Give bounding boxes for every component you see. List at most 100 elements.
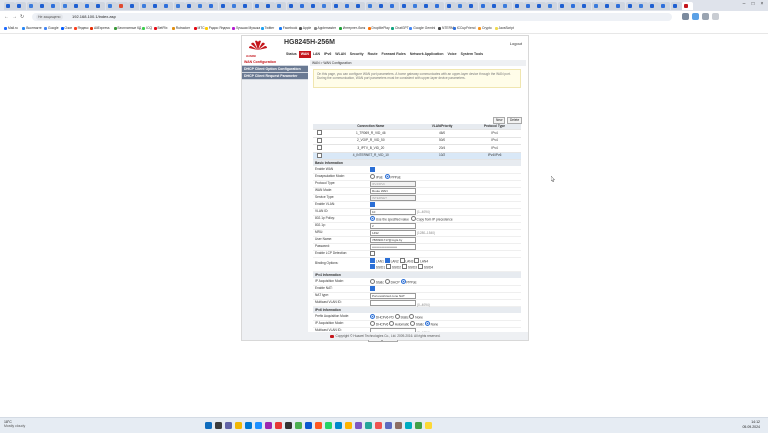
bookmark-item[interactable]: ICCupFriend bbox=[452, 26, 475, 30]
browser-tab[interactable] bbox=[139, 2, 151, 10]
browser-tab[interactable] bbox=[682, 2, 693, 10]
taskbar-app-icon[interactable] bbox=[295, 422, 302, 429]
browser-tab[interactable] bbox=[433, 2, 445, 10]
browser-tab[interactable] bbox=[196, 2, 208, 10]
browser-tab[interactable] bbox=[489, 2, 501, 10]
taskbar-app-icon[interactable] bbox=[225, 422, 232, 429]
bookmark-item[interactable]: DropMePlay bbox=[367, 26, 390, 30]
bookmark-item[interactable]: Google bbox=[44, 26, 59, 30]
browser-tab[interactable] bbox=[602, 2, 614, 10]
browser-tab[interactable] bbox=[49, 2, 61, 10]
nav-ipv6[interactable]: IPv6 bbox=[322, 51, 333, 58]
taskbar-app-icon[interactable] bbox=[325, 422, 332, 429]
address-bar[interactable]: Не защищено 192.168.100.1/index.asp bbox=[32, 13, 672, 21]
nav-lan[interactable]: LAN bbox=[311, 51, 322, 58]
taskbar-app-icon[interactable] bbox=[405, 422, 412, 429]
nav-security[interactable]: Security bbox=[348, 51, 366, 58]
browser-tab[interactable] bbox=[376, 2, 388, 10]
browser-tab[interactable] bbox=[184, 2, 196, 10]
nav-wlan[interactable]: WLAN bbox=[333, 51, 348, 58]
forward-icon[interactable]: → bbox=[12, 14, 17, 20]
browser-tab[interactable] bbox=[365, 2, 377, 10]
bookmark-item[interactable]: Apple bbox=[298, 26, 311, 30]
browser-tab[interactable] bbox=[94, 2, 106, 10]
bookmark-item[interactable]: Лучшая Музыка bbox=[231, 26, 260, 30]
taskbar-app-icon[interactable] bbox=[395, 422, 402, 429]
browser-tab[interactable] bbox=[162, 2, 174, 10]
browser-tab[interactable] bbox=[37, 2, 49, 10]
row-checkbox[interactable] bbox=[316, 145, 322, 150]
reload-icon[interactable]: ↻ bbox=[20, 14, 24, 20]
browser-tab[interactable] bbox=[501, 2, 513, 10]
browser-tab[interactable] bbox=[105, 2, 117, 10]
browser-tab[interactable] bbox=[117, 2, 128, 10]
mcast-vlan-input[interactable] bbox=[370, 300, 416, 306]
table-row[interactable]: 3_IPTV_B_VID_20 20/4 IPv4 bbox=[313, 144, 521, 153]
delete-button[interactable]: Delete bbox=[507, 117, 523, 124]
lcp-checkbox[interactable] bbox=[370, 251, 375, 256]
ipoe-radio[interactable] bbox=[370, 174, 375, 179]
browser-tab[interactable] bbox=[580, 2, 592, 10]
taskbar-app-icon[interactable] bbox=[355, 422, 362, 429]
browser-tab[interactable] bbox=[128, 2, 140, 10]
row-checkbox[interactable] bbox=[316, 130, 322, 135]
table-row[interactable]: 1_TR069_R_VID_46 46/0 IPv4 bbox=[313, 129, 521, 138]
browser-tab[interactable] bbox=[512, 2, 524, 10]
browser-tab[interactable] bbox=[150, 2, 162, 10]
taskbar-app-icon[interactable] bbox=[235, 422, 242, 429]
bookmark-item[interactable]: Twitter bbox=[260, 26, 274, 30]
taskbar-app-icon[interactable] bbox=[375, 422, 382, 429]
bookmark-item[interactable]: Rutracker bbox=[171, 26, 190, 30]
row-checkbox[interactable] bbox=[316, 137, 322, 143]
taskbar-app-icon[interactable] bbox=[275, 422, 282, 429]
new-button[interactable]: New bbox=[493, 117, 506, 124]
nav-forward-rules[interactable]: Forward Rules bbox=[380, 51, 408, 58]
profile-icon[interactable] bbox=[692, 13, 699, 20]
taskbar-app-icon[interactable] bbox=[385, 422, 392, 429]
browser-tab[interactable] bbox=[331, 2, 343, 10]
browser-tab[interactable] bbox=[207, 2, 219, 10]
browser-tab[interactable] bbox=[625, 2, 637, 10]
bookmark-item[interactable]: Радио Яндекс bbox=[204, 26, 230, 30]
browser-tab[interactable] bbox=[546, 2, 558, 10]
bookmark-item[interactable]: BetFlix bbox=[153, 26, 168, 30]
browser-tab[interactable] bbox=[478, 2, 490, 10]
browser-tab[interactable] bbox=[456, 2, 467, 10]
bookmark-item[interactable]: Mail.ru bbox=[4, 26, 18, 30]
browser-tab[interactable] bbox=[26, 2, 38, 10]
pppoe-radio[interactable] bbox=[384, 174, 390, 179]
nav-network-application[interactable]: Network Application bbox=[408, 51, 446, 58]
bookmark-item[interactable]: Google Gemini bbox=[409, 26, 435, 30]
browser-tab[interactable] bbox=[263, 2, 275, 10]
browser-tab[interactable] bbox=[297, 2, 309, 10]
url-text[interactable]: 192.168.100.1/index.asp bbox=[72, 14, 116, 20]
taskbar-app-icon[interactable] bbox=[255, 422, 262, 429]
bookmark-item[interactable]: Озон bbox=[60, 26, 72, 30]
logout-link[interactable]: Logout bbox=[510, 41, 522, 46]
extensions-icon[interactable] bbox=[682, 13, 689, 20]
bookmark-item[interactable]: МТС bbox=[193, 26, 205, 30]
browser-tab[interactable] bbox=[670, 2, 682, 10]
back-icon[interactable]: ← bbox=[4, 14, 9, 20]
browser-tab[interactable] bbox=[252, 2, 264, 10]
bookmark-item[interactable]: AliExpress bbox=[90, 26, 110, 30]
taskbar-app-icon[interactable] bbox=[215, 422, 222, 429]
not-secure-badge[interactable]: Не защищено bbox=[36, 14, 63, 20]
browser-tab[interactable] bbox=[309, 2, 321, 10]
taskbar-app-icon[interactable] bbox=[315, 422, 322, 429]
browser-tab[interactable] bbox=[535, 2, 547, 10]
nat-checkbox[interactable] bbox=[370, 286, 375, 291]
table-row[interactable]: 4_INTERNET_R_VID_10 10/2 IPv4/IPv6 bbox=[313, 152, 521, 160]
browser-tab[interactable] bbox=[354, 2, 366, 10]
bookmark-item[interactable]: Crypto bbox=[478, 26, 492, 30]
maximize-icon[interactable]: □ bbox=[749, 1, 757, 8]
browser-tab[interactable] bbox=[218, 2, 230, 10]
browser-tab[interactable] bbox=[569, 2, 580, 10]
bookmark-item[interactable]: ChatGPT bbox=[391, 26, 409, 30]
browser-tab[interactable] bbox=[388, 2, 400, 10]
browser-tab[interactable] bbox=[241, 2, 253, 10]
taskbar-app-icon[interactable] bbox=[205, 422, 212, 429]
bookmark-item[interactable]: Facebook bbox=[278, 26, 297, 30]
browser-tab[interactable] bbox=[173, 2, 185, 10]
browser-tab[interactable] bbox=[422, 2, 434, 10]
